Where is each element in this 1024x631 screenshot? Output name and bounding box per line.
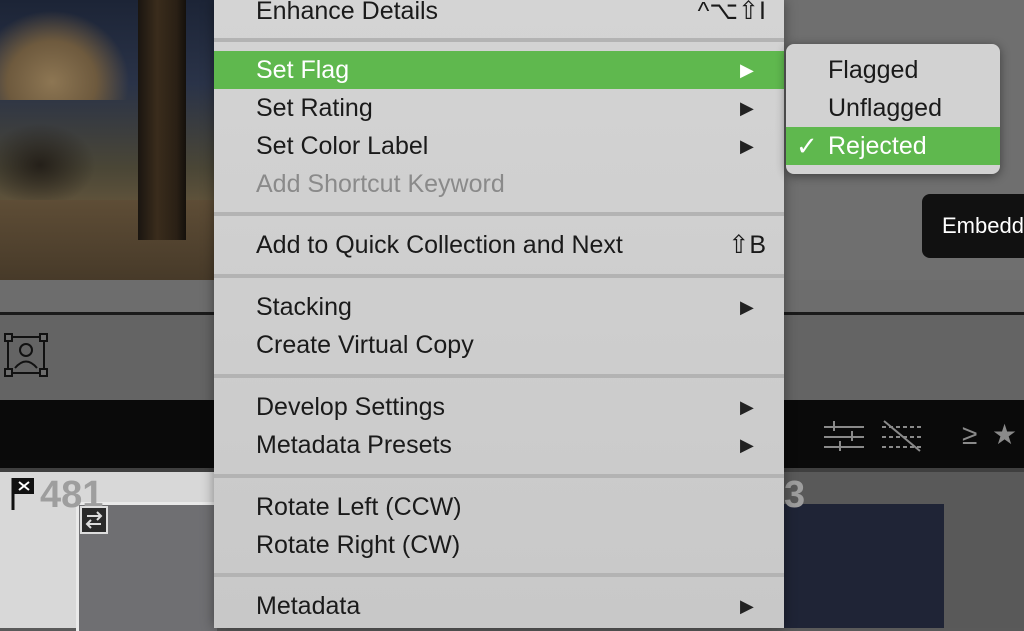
menu-item-stacking[interactable]: Stacking ▶ xyxy=(214,288,784,326)
cell-number: 3 xyxy=(784,474,806,516)
thumbnail[interactable] xyxy=(784,504,944,628)
menu-separator xyxy=(214,573,784,577)
set-flag-submenu: Flagged Unflagged ✓ Rejected xyxy=(786,44,1000,174)
menu-item-set-rating[interactable]: Set Rating ▶ xyxy=(214,89,784,127)
menu-item-set-flag[interactable]: Set Flag ▶ xyxy=(214,51,784,89)
menu-item-label: Stacking xyxy=(256,293,352,321)
menu-item-set-color-label[interactable]: Set Color Label ▶ xyxy=(214,127,784,165)
menu-separator xyxy=(214,474,784,478)
menu-separator xyxy=(214,374,784,378)
context-menu: Enhance Details ^⌥⇧I Set Flag ▶ Set Rati… xyxy=(214,0,784,628)
submenu-arrow-icon: ▶ xyxy=(740,435,754,455)
menu-item-add-shortcut-keyword: Add Shortcut Keyword xyxy=(214,165,784,203)
filmstrip-cell[interactable] xyxy=(784,472,1024,628)
rocks xyxy=(0,10,130,100)
menu-separator xyxy=(214,212,784,216)
bush xyxy=(0,120,100,210)
menu-item-metadata-presets[interactable]: Metadata Presets ▶ xyxy=(214,426,784,464)
submenu-item-label: Flagged xyxy=(828,56,919,84)
menu-item-add-to-quick-collection[interactable]: Add to Quick Collection and Next ⇧B xyxy=(214,226,784,264)
menu-item-label: Add Shortcut Keyword xyxy=(256,170,505,198)
menu-item-create-virtual-copy[interactable]: Create Virtual Copy xyxy=(214,326,784,364)
sliders-disabled-icon[interactable] xyxy=(880,419,924,453)
star-icon[interactable]: ★ xyxy=(992,417,1017,453)
menu-item-label: Rotate Left (CCW) xyxy=(256,493,462,521)
tooltip: Embedd xyxy=(922,194,1024,258)
menu-item-label: Set Color Label xyxy=(256,132,429,160)
submenu-arrow-icon: ▶ xyxy=(740,136,754,156)
submenu-arrow-icon: ▶ xyxy=(740,297,754,317)
menu-separator xyxy=(214,38,784,42)
tree-trunk xyxy=(138,0,186,240)
checkmark-icon: ✓ xyxy=(796,131,818,161)
menu-item-shortcut: ⇧B xyxy=(728,231,766,259)
menu-item-label: Create Virtual Copy xyxy=(256,331,474,359)
gte-symbol[interactable]: ≥ xyxy=(962,417,977,453)
swap-icon[interactable] xyxy=(80,506,108,534)
menu-item-label: Rotate Right (CW) xyxy=(256,531,461,559)
filter-icons: ≥ ★ xyxy=(796,415,1024,455)
submenu-arrow-icon: ▶ xyxy=(740,98,754,118)
menu-item-develop-settings[interactable]: Develop Settings ▶ xyxy=(214,388,784,426)
menu-item-enhance-details[interactable]: Enhance Details ^⌥⇧I xyxy=(214,0,784,30)
crop-icon[interactable] xyxy=(4,333,48,377)
menu-item-rotate-left[interactable]: Rotate Left (CCW) xyxy=(214,488,784,526)
tooltip-text: Embedd xyxy=(942,213,1024,238)
submenu-arrow-icon: ▶ xyxy=(740,596,754,616)
menu-item-label: Develop Settings xyxy=(256,393,446,421)
menu-item-label: Add to Quick Collection and Next xyxy=(256,231,623,259)
menu-item-label: Set Rating xyxy=(256,94,373,122)
submenu-item-rejected[interactable]: ✓ Rejected xyxy=(786,127,1000,165)
submenu-item-unflagged[interactable]: Unflagged xyxy=(786,89,1000,127)
flag-rejected-icon[interactable] xyxy=(10,476,36,510)
menu-item-rotate-right[interactable]: Rotate Right (CW) xyxy=(214,526,784,564)
menu-item-shortcut: ^⌥⇧I xyxy=(697,0,766,25)
submenu-arrow-icon: ▶ xyxy=(740,397,754,417)
menu-item-label: Set Flag xyxy=(256,56,350,84)
submenu-item-flagged[interactable]: Flagged xyxy=(786,51,1000,89)
photo-preview xyxy=(0,0,214,280)
sliders-icon[interactable] xyxy=(822,419,866,453)
submenu-arrow-icon: ▶ xyxy=(740,60,754,80)
menu-item-label: Enhance Details xyxy=(256,0,439,25)
menu-item-metadata[interactable]: Metadata ▶ xyxy=(214,587,784,625)
submenu-item-label: Unflagged xyxy=(828,94,942,122)
menu-separator xyxy=(214,274,784,278)
menu-item-label: Metadata Presets xyxy=(256,431,452,459)
menu-item-label: Metadata xyxy=(256,592,361,620)
submenu-item-label: Rejected xyxy=(828,132,927,160)
